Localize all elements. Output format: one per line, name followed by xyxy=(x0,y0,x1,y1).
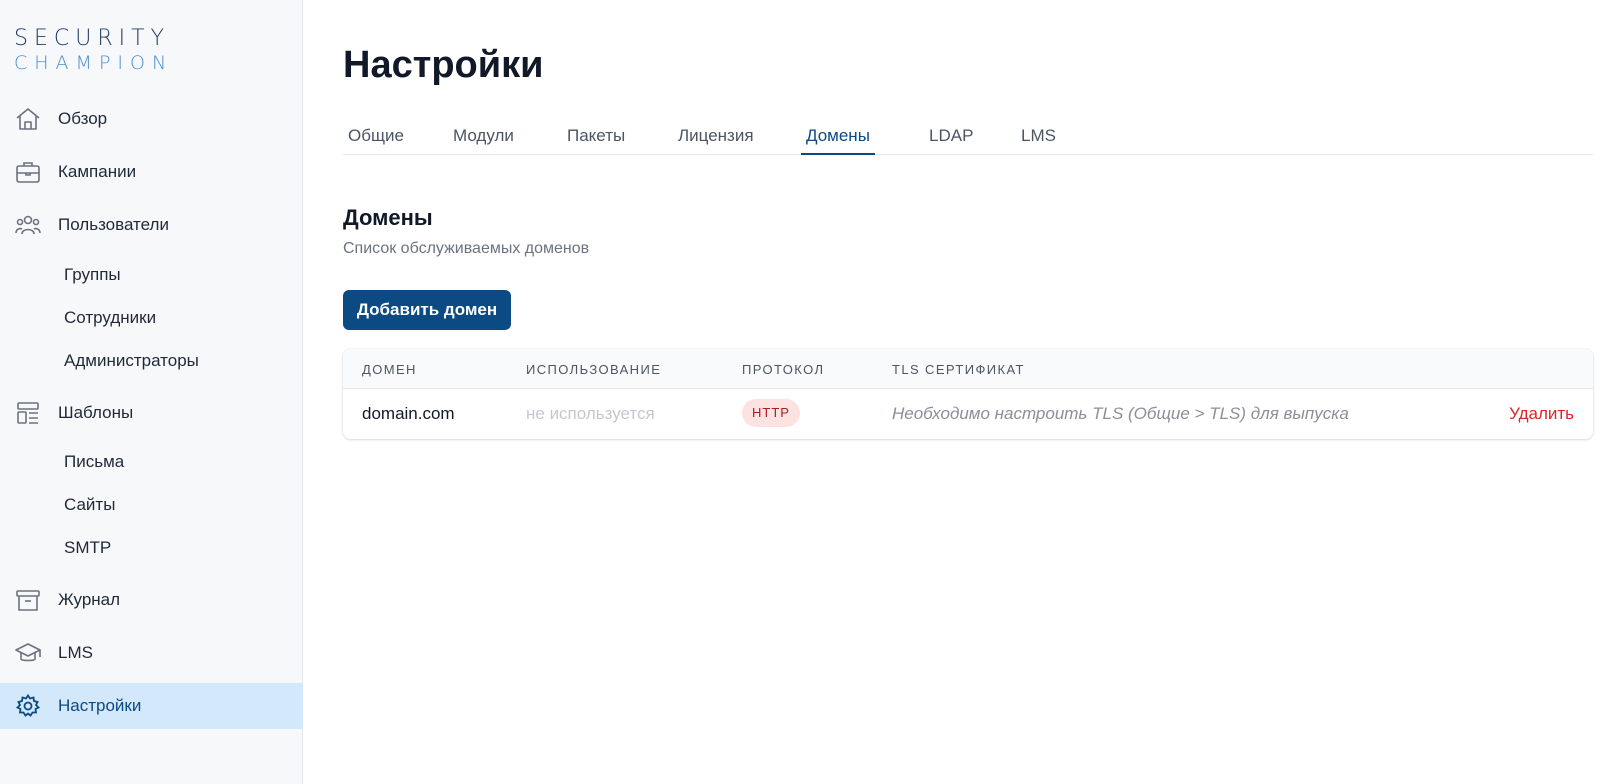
protocol-badge: HTTP xyxy=(742,399,800,427)
tab-modules[interactable]: Модули xyxy=(448,126,519,155)
sidebar-item-label: LMS xyxy=(58,643,93,662)
sidebar-subitem-employees[interactable]: Сотрудники xyxy=(0,299,303,337)
sidebar-item-users[interactable]: Пользователи xyxy=(0,202,303,248)
sidebar-subitem-smtp[interactable]: SMTP xyxy=(0,529,303,567)
graduation-cap-icon xyxy=(15,643,41,662)
tab-license[interactable]: Лицензия xyxy=(673,126,759,155)
sidebar-item-campaigns[interactable]: Кампании xyxy=(0,149,303,195)
archive-icon xyxy=(16,590,40,611)
table-header: ДОМЕН ИСПОЛЬЗОВАНИЕ ПРОТОКОЛ TLS СЕРТИФИ… xyxy=(343,349,1593,389)
tab-domains[interactable]: Домены xyxy=(801,126,875,155)
column-header-usage: ИСПОЛЬЗОВАНИЕ xyxy=(526,362,662,377)
cell-usage: не используется xyxy=(526,404,655,423)
sidebar-item-templates[interactable]: Шаблоны xyxy=(0,390,303,436)
sidebar-item-label: Кампании xyxy=(58,162,137,181)
templates-icon xyxy=(17,402,39,424)
sidebar-item-label: Пользователи xyxy=(58,215,169,234)
settings-tabs: Общие Модули Пакеты Лицензия Домены LDAP… xyxy=(343,118,1593,155)
brand-line-1: SECURITY xyxy=(14,26,170,51)
sidebar-subitem-sites[interactable]: Сайты xyxy=(0,486,303,524)
sidebar-item-label: Сайты xyxy=(64,495,116,514)
tab-ldap[interactable]: LDAP xyxy=(924,126,978,155)
sidebar-item-overview[interactable]: Обзор xyxy=(0,96,303,142)
briefcase-icon xyxy=(16,162,40,183)
sidebar-item-label: SMTP xyxy=(64,538,112,557)
sidebar: SECURITY CHAMPION Обзор Кампании Пользов… xyxy=(0,0,303,784)
column-header-domain: ДОМЕН xyxy=(362,362,417,377)
table-row: domain.com не используется HTTP Необходи… xyxy=(343,389,1593,439)
column-header-tls: TLS СЕРТИФИКАТ xyxy=(892,362,1025,377)
sidebar-subitem-groups[interactable]: Группы xyxy=(0,256,303,294)
sidebar-item-label: Шаблоны xyxy=(58,403,134,422)
section-subtitle: Список обслуживаемых доменов xyxy=(343,240,590,257)
users-icon xyxy=(15,215,41,235)
page-title: Настройки xyxy=(343,44,544,86)
sidebar-item-label: Сотрудники xyxy=(64,308,157,327)
cell-tls: Необходимо настроить TLS (Общие > TLS) д… xyxy=(892,404,1349,423)
sidebar-item-label: Журнал xyxy=(58,590,121,609)
gear-icon xyxy=(15,694,41,717)
sidebar-item-label: Письма xyxy=(64,452,125,471)
sidebar-item-lms[interactable]: LMS xyxy=(0,630,303,676)
sidebar-item-journal[interactable]: Журнал xyxy=(0,577,303,623)
domains-table: ДОМЕН ИСПОЛЬЗОВАНИЕ ПРОТОКОЛ TLS СЕРТИФИ… xyxy=(343,349,1593,439)
home-icon xyxy=(16,108,40,130)
sidebar-subitem-letters[interactable]: Письма xyxy=(0,443,303,481)
sidebar-item-label: Настройки xyxy=(58,696,142,715)
section-title: Домены xyxy=(343,205,433,230)
sidebar-item-settings[interactable]: Настройки xyxy=(0,683,303,729)
brand-logo[interactable]: SECURITY CHAMPION xyxy=(14,20,174,76)
tab-general[interactable]: Общие xyxy=(343,126,409,155)
sidebar-item-label: Администраторы xyxy=(64,351,199,370)
brand-line-2: CHAMPION xyxy=(14,52,174,74)
cell-domain: domain.com xyxy=(362,404,455,423)
sidebar-subitem-admins[interactable]: Администраторы xyxy=(0,342,303,380)
tab-packages[interactable]: Пакеты xyxy=(562,126,630,155)
tab-lms[interactable]: LMS xyxy=(1016,126,1061,155)
sidebar-item-label: Группы xyxy=(64,265,121,284)
sidebar-item-label: Обзор xyxy=(58,109,108,128)
column-header-protocol: ПРОТОКОЛ xyxy=(742,362,825,377)
delete-domain-button[interactable]: Удалить xyxy=(1509,404,1574,424)
add-domain-button[interactable]: Добавить домен xyxy=(343,290,511,330)
